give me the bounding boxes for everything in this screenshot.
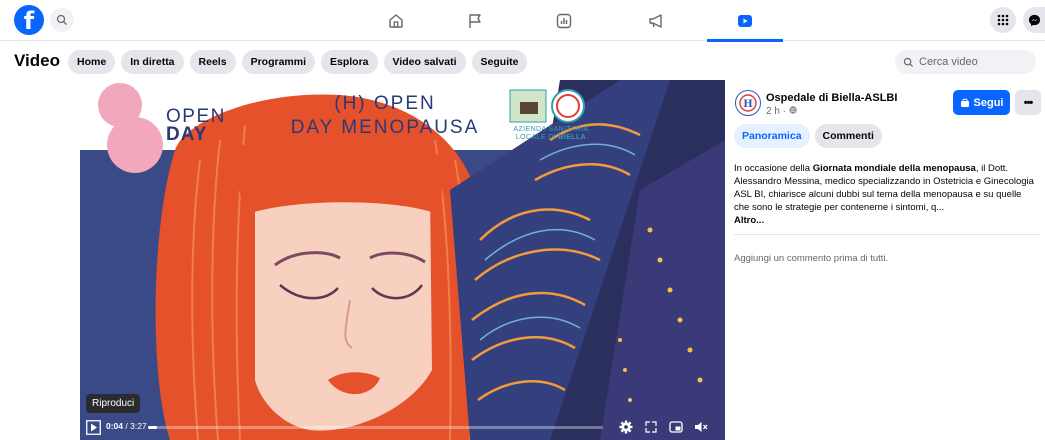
top-navigation-bar: f [0, 0, 1045, 42]
time-total: 3:27 [130, 421, 147, 431]
tab-comments[interactable]: Commenti [814, 124, 882, 148]
grid-menu-icon [997, 14, 1009, 26]
play-tooltip: Riproduci [86, 394, 141, 413]
more-options-button[interactable]: ••• [1015, 90, 1041, 115]
nav-insights[interactable] [526, 0, 602, 41]
video-overlay-title: (H) OPEN DAY MENOPAUSA [270, 92, 500, 140]
post-description: In occasione della Giornata mondiale del… [734, 162, 1038, 227]
video-player: OPEN DAY (H) OPEN DAY MENOPAUSA AZIENDA … [0, 80, 727, 440]
tab-reels[interactable]: Reels [189, 50, 236, 74]
post-meta: 2 h · [766, 106, 797, 117]
progress-bar[interactable] [148, 426, 603, 429]
play-icon[interactable] [86, 420, 101, 435]
globe-icon [789, 106, 797, 114]
page-avatar[interactable]: H [735, 90, 761, 116]
tab-overview[interactable]: Panoramica [734, 124, 810, 148]
post-time: 2 h · [766, 106, 789, 117]
nav-video[interactable] [707, 0, 783, 42]
video-title-line1: (H) OPEN [334, 93, 436, 114]
tab-explore[interactable]: Esplora [321, 50, 378, 74]
video-tabs: Home In diretta Reels Programmi Esplora … [68, 50, 528, 74]
more-dots-icon: ••• [1023, 96, 1034, 109]
nav-home[interactable] [358, 0, 434, 41]
video-search-input[interactable]: Cerca video [895, 50, 1036, 74]
nav-pages[interactable] [437, 0, 513, 41]
megaphone-icon [649, 13, 662, 28]
flag-icon [469, 13, 481, 28]
mute-icon[interactable] [694, 420, 708, 434]
hospital-logo-icon: H [739, 94, 757, 112]
svg-text:H: H [743, 99, 752, 110]
video-frame[interactable]: OPEN DAY (H) OPEN DAY MENOPAUSA AZIENDA … [80, 80, 725, 440]
follow-button[interactable]: Segui [953, 90, 1010, 115]
nav-ads[interactable] [618, 0, 694, 41]
video-subheader: Video Home In diretta Reels Programmi Es… [0, 45, 1045, 77]
menu-button[interactable] [990, 7, 1016, 33]
settings-gear-icon[interactable] [619, 420, 633, 434]
comment-prompt[interactable]: Aggiungi un commento prima di tutti. [734, 253, 888, 264]
open-day-logo: OPEN DAY [166, 107, 226, 145]
tab-live[interactable]: In diretta [121, 50, 184, 74]
post-details-panel: H Ospedale di Biella-ASLBI 2 h · Segui •… [727, 80, 1045, 440]
asl-text-line2: LOCALE DI [515, 134, 559, 141]
asl-logo-text: AZIENDA SANITARIA LOCALE DI BIELLA [508, 126, 594, 142]
search-icon [903, 57, 914, 67]
asl-text-line1: AZIENDA SANITARIA [513, 126, 589, 133]
follow-label: Segui [973, 96, 1004, 109]
stats-icon [556, 13, 572, 28]
picture-in-picture-icon[interactable] [669, 420, 683, 434]
home-icon [389, 13, 403, 28]
video-controls: 0:04 / 3:27 [80, 414, 725, 440]
page-name[interactable]: Ospedale di Biella-ASLBI [766, 92, 897, 104]
tab-home[interactable]: Home [68, 50, 116, 74]
messenger-button[interactable] [1023, 7, 1045, 33]
asl-text-line2-bold: BIELLA [558, 134, 587, 141]
fullscreen-icon[interactable] [645, 421, 657, 433]
description-text-bold: Giornata mondiale della menopausa [812, 163, 976, 174]
see-more-link[interactable]: Altro... [734, 214, 1038, 227]
time-display: 0:04 / 3:27 [106, 421, 147, 431]
post-tabs: Panoramica Commenti [734, 124, 882, 148]
follow-icon [960, 98, 969, 107]
section-title: Video [14, 51, 60, 70]
divider [734, 234, 1041, 235]
video-title-line2: DAY MENOPAUSA [290, 117, 480, 138]
time-current: 0:04 [106, 421, 124, 431]
tab-saved-videos[interactable]: Video salvati [383, 50, 466, 74]
tab-following[interactable]: Seguite [471, 50, 528, 74]
progress-fill [148, 426, 158, 429]
video-search-placeholder: Cerca video [919, 56, 978, 68]
open-day-day-text: DAY [166, 124, 208, 145]
video-icon [738, 14, 752, 27]
description-text-pre: In occasione della [734, 163, 813, 174]
tab-programs[interactable]: Programmi [241, 50, 315, 74]
messenger-icon [1028, 14, 1040, 26]
